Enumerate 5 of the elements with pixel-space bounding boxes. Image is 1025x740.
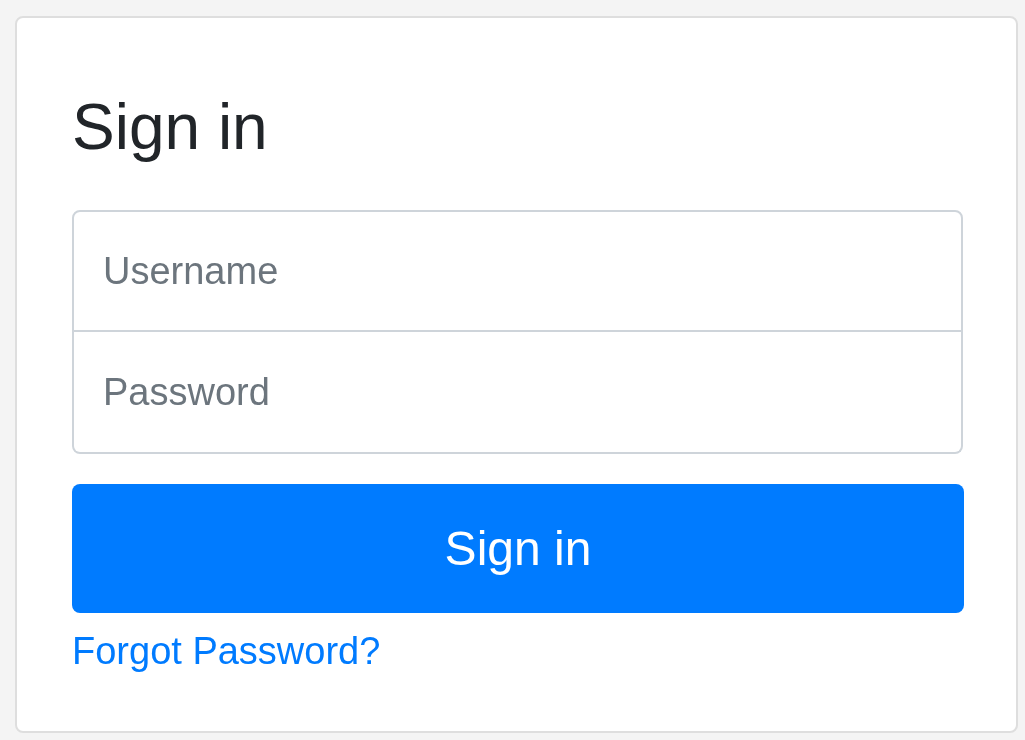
input-field[interactable]: Username [72,210,963,332]
input-field[interactable]: Password [72,332,963,454]
forgot-password-link[interactable]: Forgot Password? [72,630,381,672]
form-title: Sign in [72,91,268,163]
sign-in-button[interactable]: Sign in [72,484,964,613]
